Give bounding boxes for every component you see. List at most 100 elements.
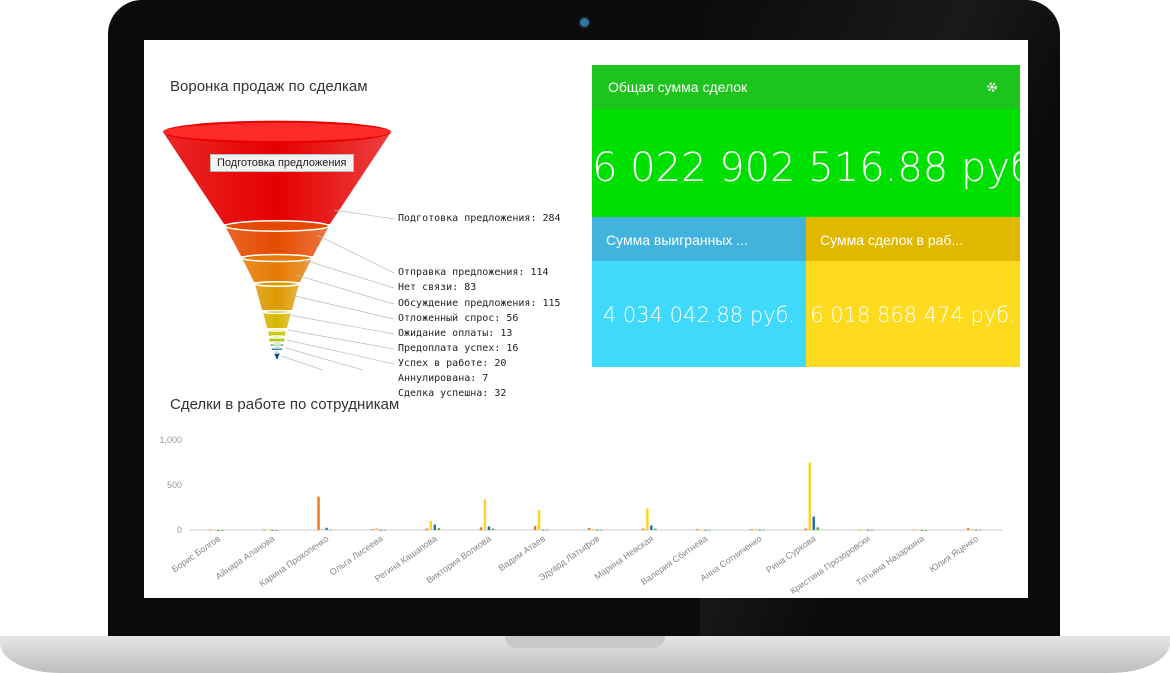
bar[interactable] bbox=[537, 510, 541, 530]
bar[interactable] bbox=[371, 529, 374, 530]
won-deals-title: Сумма выигранных ... bbox=[606, 232, 748, 248]
bar[interactable] bbox=[924, 529, 928, 531]
funnel-stage-label: Отправка предложения: 114 bbox=[398, 267, 549, 278]
funnel-stage-label: Аннулирована: 7 bbox=[398, 373, 489, 384]
bar[interactable] bbox=[654, 528, 657, 530]
bar[interactable] bbox=[762, 529, 765, 531]
bar[interactable] bbox=[974, 529, 978, 531]
x-tick-label: Рина Суркова bbox=[764, 533, 817, 575]
bar[interactable] bbox=[425, 528, 428, 530]
funnel-stage-label: Сделка успешна: 32 bbox=[398, 388, 507, 399]
bar[interactable] bbox=[375, 528, 378, 530]
bar[interactable] bbox=[213, 529, 216, 531]
bar[interactable] bbox=[978, 529, 982, 531]
won-deals-header: Сумма выигранных ... bbox=[592, 217, 806, 261]
bar[interactable] bbox=[920, 529, 924, 531]
bar[interactable] bbox=[321, 529, 324, 530]
bar[interactable] bbox=[970, 529, 974, 530]
x-tick-label: Ольга Лисеева bbox=[328, 533, 385, 577]
funnel-rim bbox=[269, 341, 285, 345]
total-deals-tile[interactable]: Общая сумма сделок 6 022 902 516.88 руб. bbox=[592, 65, 1020, 217]
inwork-deals-value: 6 018 868 474 руб. bbox=[810, 303, 1016, 327]
bar[interactable] bbox=[596, 529, 599, 531]
bar[interactable] bbox=[642, 528, 645, 530]
sales-funnel[interactable] bbox=[144, 110, 584, 370]
bar[interactable] bbox=[437, 528, 440, 530]
funnel-segment[interactable] bbox=[163, 132, 391, 224]
bar[interactable] bbox=[209, 529, 212, 531]
bar[interactable] bbox=[383, 529, 386, 531]
funnel-segment[interactable] bbox=[255, 284, 299, 310]
funnel-rim bbox=[272, 350, 282, 354]
bar[interactable] bbox=[696, 529, 699, 530]
bar[interactable] bbox=[491, 528, 495, 530]
bar[interactable] bbox=[271, 529, 274, 531]
funnel-tooltip: Подготовка предложения bbox=[210, 154, 354, 172]
bar[interactable] bbox=[379, 529, 382, 531]
bar[interactable] bbox=[533, 525, 537, 530]
bar[interactable] bbox=[588, 528, 591, 530]
bar[interactable] bbox=[317, 496, 320, 530]
bar[interactable] bbox=[754, 529, 757, 530]
funnel-rim bbox=[241, 253, 313, 263]
bar[interactable] bbox=[479, 527, 483, 530]
total-deals-header: Общая сумма сделок bbox=[592, 65, 1020, 109]
y-tick-label: 500 bbox=[167, 480, 182, 490]
bar[interactable] bbox=[700, 529, 703, 531]
funnel-connector bbox=[333, 209, 395, 220]
bar[interactable] bbox=[966, 528, 970, 530]
inwork-deals-header: Сумма сделок в раб... bbox=[806, 217, 1020, 261]
bar[interactable] bbox=[433, 524, 436, 530]
laptop-notch bbox=[505, 636, 665, 648]
funnel-connector bbox=[288, 314, 395, 335]
bar[interactable] bbox=[545, 529, 549, 531]
funnel-connector bbox=[285, 347, 364, 370]
inwork-deals-tile[interactable]: Сумма сделок в раб... 6 018 868 474 руб. bbox=[806, 217, 1020, 367]
bar[interactable] bbox=[429, 521, 432, 530]
bar[interactable] bbox=[804, 528, 807, 530]
bar[interactable] bbox=[870, 529, 874, 531]
bar[interactable] bbox=[916, 529, 920, 531]
funnel-rim bbox=[267, 328, 287, 332]
bar[interactable] bbox=[646, 508, 649, 530]
gear-icon[interactable] bbox=[986, 81, 998, 93]
bar[interactable] bbox=[862, 529, 866, 531]
bar[interactable] bbox=[708, 529, 711, 531]
bar[interactable] bbox=[750, 529, 753, 530]
funnel-segment[interactable] bbox=[263, 312, 291, 328]
x-tick-label: Вадим Атаев bbox=[497, 533, 548, 573]
bar[interactable] bbox=[275, 529, 278, 531]
bar[interactable] bbox=[812, 516, 815, 531]
funnel-stage-label: Нет связи: 83 bbox=[398, 282, 477, 293]
bar[interactable] bbox=[858, 529, 862, 531]
bar[interactable] bbox=[217, 529, 220, 531]
bar[interactable] bbox=[758, 529, 761, 531]
bar[interactable] bbox=[221, 529, 224, 531]
bar[interactable] bbox=[483, 499, 487, 530]
bar[interactable] bbox=[816, 527, 819, 530]
bar[interactable] bbox=[912, 529, 916, 531]
bar[interactable] bbox=[808, 462, 811, 531]
bar-chart-title: Сделки в работе по сотрудникам bbox=[170, 396, 400, 413]
funnel-rim bbox=[268, 335, 286, 339]
funnel-connector bbox=[303, 259, 395, 289]
funnel-stage-label: Подготовка предложения: 284 bbox=[398, 213, 561, 224]
employees-bar-chart[interactable]: 1,0005000Борис БолговАйнара АлановаКарин… bbox=[144, 425, 1028, 598]
x-tick-label: Юлия Яценко bbox=[928, 533, 980, 574]
bar[interactable] bbox=[263, 529, 266, 531]
inwork-deals-title: Сумма сделок в раб... bbox=[820, 232, 964, 248]
won-deals-value: 4 034 042.88 руб. bbox=[602, 303, 796, 327]
bar[interactable] bbox=[487, 526, 491, 530]
bar[interactable] bbox=[650, 525, 653, 531]
bar[interactable] bbox=[704, 529, 707, 531]
bar[interactable] bbox=[329, 529, 332, 531]
won-deals-tile[interactable]: Сумма выигранных ... 4 034 042.88 руб. bbox=[592, 217, 806, 367]
funnel-stage-label: Отложенный спрос: 56 bbox=[398, 313, 519, 324]
bar[interactable] bbox=[600, 529, 603, 531]
bar[interactable] bbox=[866, 529, 870, 531]
bar[interactable] bbox=[541, 529, 545, 531]
bar[interactable] bbox=[325, 527, 328, 530]
bar[interactable] bbox=[592, 529, 595, 530]
funnel-connector bbox=[287, 329, 395, 350]
bar[interactable] bbox=[267, 529, 270, 531]
